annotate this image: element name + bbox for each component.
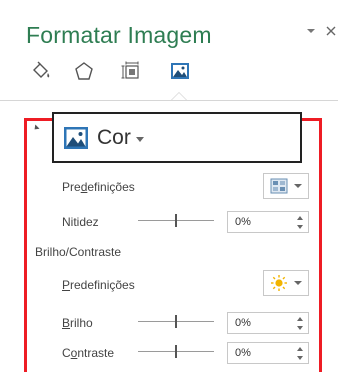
contrast-spinner[interactable]: 0% xyxy=(227,342,309,364)
category-tabs xyxy=(22,54,204,88)
slider-thumb[interactable] xyxy=(175,345,177,358)
sharpness-label: Nitidez xyxy=(62,215,99,229)
spinner-arrows[interactable] xyxy=(296,316,304,331)
tab-fill-line[interactable] xyxy=(22,55,60,87)
predef-label-2: Predefinições xyxy=(62,278,135,292)
brightness-value: 0% xyxy=(235,317,251,329)
arrow-up-icon[interactable] xyxy=(297,317,303,321)
close-button[interactable] xyxy=(324,24,338,38)
spinner-arrows[interactable] xyxy=(296,215,304,230)
arrow-down-icon[interactable] xyxy=(297,356,303,360)
section-cor-header[interactable]: Cor xyxy=(52,112,302,163)
tab-divider xyxy=(0,100,338,101)
chevron-down-icon xyxy=(294,281,302,285)
tab-size-properties[interactable] xyxy=(108,55,156,87)
slider-thumb[interactable] xyxy=(175,315,177,328)
brightness-presets-button[interactable] xyxy=(263,270,309,296)
arrow-up-icon[interactable] xyxy=(297,216,303,220)
chevron-down-icon xyxy=(307,29,315,33)
pane-controls xyxy=(304,24,338,38)
brightness-contrast-heading: Brilho/Contraste xyxy=(35,245,122,259)
sharpness-presets-icon xyxy=(270,178,288,194)
fill-line-icon xyxy=(33,61,50,78)
contrast-slider[interactable] xyxy=(138,345,214,359)
chevron-down-icon xyxy=(135,136,144,142)
sharpness-presets-button[interactable] xyxy=(263,173,309,199)
brightness-label: Brilho xyxy=(62,316,93,330)
arrow-down-icon[interactable] xyxy=(297,326,303,330)
slider-thumb[interactable] xyxy=(175,214,177,227)
close-icon xyxy=(326,26,336,36)
arrow-up-icon[interactable] xyxy=(297,347,303,351)
sharpness-slider[interactable] xyxy=(138,214,214,228)
tab-effects[interactable] xyxy=(60,55,108,87)
predef-label: Predefinições xyxy=(62,180,135,194)
chevron-down-icon xyxy=(294,184,302,188)
task-pane-options-button[interactable] xyxy=(304,24,318,38)
sun-icon xyxy=(271,275,287,291)
brightness-spinner[interactable]: 0% xyxy=(227,312,309,334)
arrow-down-icon[interactable] xyxy=(297,225,303,229)
tab-picture[interactable] xyxy=(156,55,204,87)
size-properties-icon xyxy=(121,61,139,79)
contrast-label: Contraste xyxy=(62,346,115,360)
sharpness-spinner[interactable]: 0% xyxy=(227,211,309,233)
sharpness-value: 0% xyxy=(235,216,251,228)
effects-icon xyxy=(75,62,93,80)
contrast-value: 0% xyxy=(235,347,251,359)
section-title: Cor xyxy=(97,125,131,149)
picture-icon xyxy=(171,63,189,79)
spinner-arrows[interactable] xyxy=(296,346,304,361)
pane-title: Formatar Imagem xyxy=(26,22,212,48)
brightness-slider[interactable] xyxy=(138,315,214,329)
picture-icon xyxy=(64,126,88,149)
